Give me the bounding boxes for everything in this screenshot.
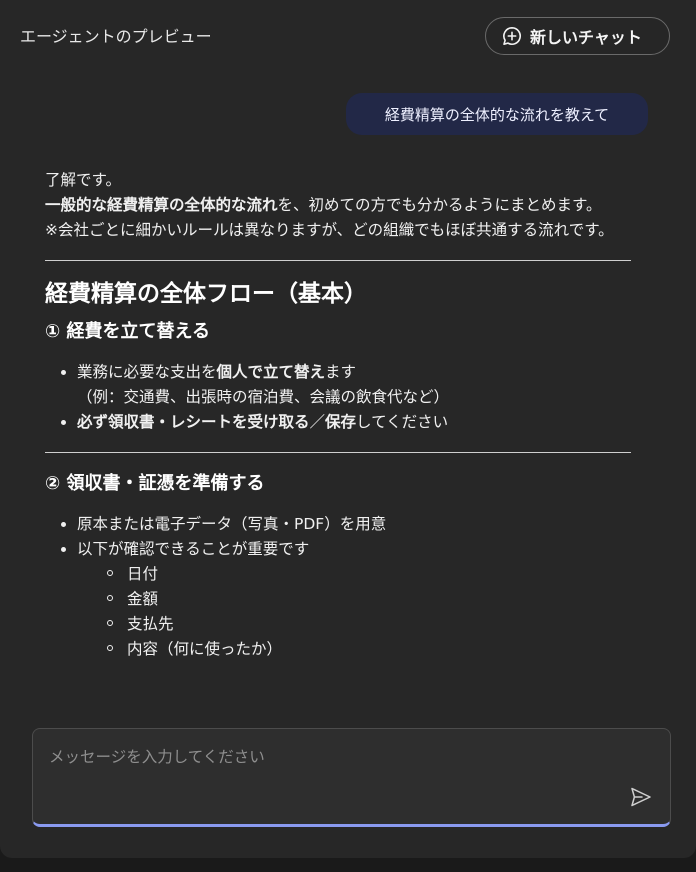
new-chat-button[interactable]: 新しいチャット	[485, 17, 670, 55]
step-1-title: ① 経費を立て替える	[45, 321, 210, 342]
user-message-bubble: 経費精算の全体的な流れを教えて	[346, 93, 648, 135]
step-1-item-1-example: （例：交通費、出張時の宿泊費、会議の飲食代など）	[77, 388, 450, 406]
list-item: 原本または電子データ（写真・PDF）を用意	[61, 512, 631, 537]
divider	[45, 452, 631, 453]
send-button[interactable]	[629, 785, 653, 809]
sub-list-item: 支払先	[107, 612, 631, 637]
step-1-item-2-bold-2: 保存	[325, 413, 357, 431]
sub-list-item: 内容（何に使ったか）	[107, 637, 631, 662]
send-icon	[629, 785, 653, 809]
reply-intro-1: 了解です。	[45, 171, 121, 189]
step-1-item-1-pre: 業務に必要な支出を	[77, 363, 217, 381]
message-input[interactable]	[49, 745, 609, 769]
message-composer[interactable]	[32, 728, 671, 827]
reply-intro-2-rest: を、初めての方でも分かるようにまとめます。	[277, 196, 602, 214]
sub-list-item: 金額	[107, 587, 631, 612]
step-1-item-1-post: ます	[325, 363, 357, 381]
flow-heading: 経費精算の全体フロー（基本）	[45, 281, 367, 307]
step-1-item-2-sep: ／	[309, 413, 326, 431]
step-2-item-2-text: 以下が確認できることが重要です	[77, 540, 310, 558]
sub-list-item: 日付	[107, 562, 631, 587]
agent-preview-panel: エージェントのプレビュー 新しいチャット 経費精算の全体的な流れを教えて 了解で…	[0, 0, 696, 858]
chat-plus-icon	[502, 26, 522, 46]
reply-intro-2-bold: 一般的な経費精算の全体的な流れ	[45, 196, 278, 214]
new-chat-label: 新しいチャット	[530, 28, 642, 47]
step-1-list: 業務に必要な支出を個人で立て替えます （例：交通費、出張時の宿泊費、会議の飲食代…	[45, 360, 631, 435]
step-1-item-2-post: してください	[356, 413, 449, 431]
step-1-item-1-bold: 個人で立て替え	[216, 363, 326, 381]
panel-title: エージェントのプレビュー	[20, 27, 212, 46]
step-2-list: 原本または電子データ（写真・PDF）を用意 以下が確認できることが重要です 日付…	[45, 512, 631, 662]
list-item: 必ず領収書・レシートを受け取る／保存してください	[61, 410, 631, 435]
step-2-sub-list: 日付 金額 支払先 内容（何に使ったか）	[77, 562, 631, 662]
list-item: 以下が確認できることが重要です 日付 金額 支払先 内容（何に使ったか）	[61, 537, 631, 662]
step-2-title: ② 領収書・証憑を準備する	[45, 473, 265, 494]
divider	[45, 260, 631, 261]
list-item: 業務に必要な支出を個人で立て替えます （例：交通費、出張時の宿泊費、会議の飲食代…	[61, 360, 631, 410]
agent-reply: 了解です。 一般的な経費精算の全体的な流れを、初めての方でも分かるようにまとめま…	[45, 168, 631, 662]
reply-intro-2: 一般的な経費精算の全体的な流れを、初めての方でも分かるようにまとめます。	[45, 193, 631, 218]
reply-intro-3: ※会社ごとに細かいルールは異なりますが、どの組織でもほぼ共通する流れです。	[45, 221, 614, 239]
step-1-item-2-bold-1: 必ず領収書・レシートを受け取る	[77, 413, 310, 431]
